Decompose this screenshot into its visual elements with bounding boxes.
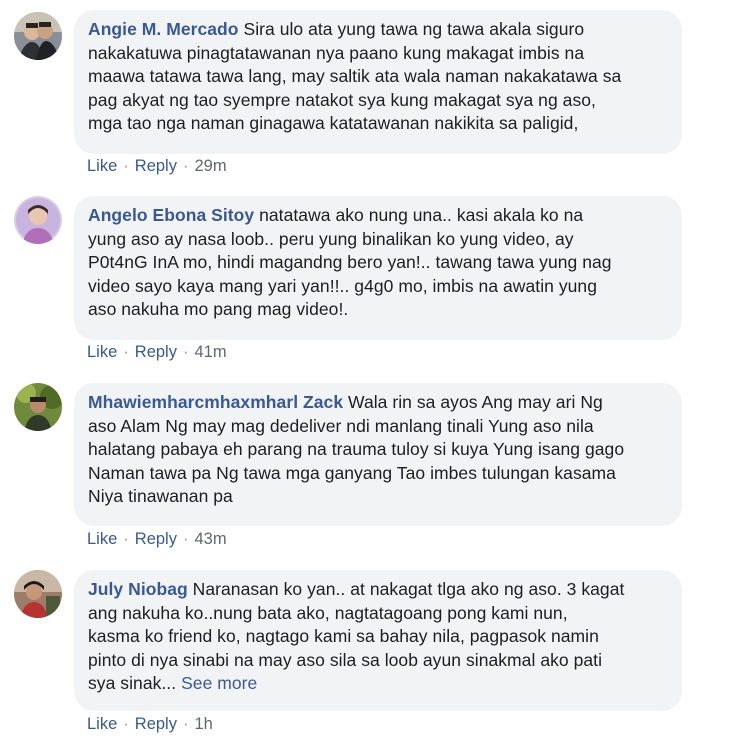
avatar[interactable] [14,12,62,60]
comment-text: aso nakuha mo pang mag video!. [88,299,349,319]
comment-author[interactable]: Angelo Ebona Sitoy [88,205,254,225]
comment-text: pinto di nya sinabi na may aso sila sa l… [88,649,603,670]
reply-button[interactable]: Reply [135,157,177,175]
comment-text: Niya tinawanan pa [88,486,233,506]
comment-timestamp[interactable]: 41m [194,343,226,361]
avatar[interactable] [14,383,62,431]
comment-actions: Like · Reply · 43m [87,530,227,549]
comment-timestamp[interactable]: 43m [194,530,226,548]
comment-text: Naman tawa pa Ng tawa mga ganyang Tao im… [88,462,616,483]
separator-dot: · [123,530,129,548]
comment-text: Sira ulo ata yung tawa ng tawa akala sig… [243,19,585,39]
like-button[interactable]: Like [87,157,117,175]
separator-dot: · [182,715,189,733]
comment-bubble: Angie M. Mercado Sira ulo ata yung tawa … [74,10,682,154]
like-button[interactable]: Like [87,343,117,361]
avatar[interactable] [14,196,62,244]
separator-dot: · [123,715,129,733]
comment-timestamp[interactable]: 1h [194,715,212,733]
reply-button[interactable]: Reply [135,530,177,548]
comment-author[interactable]: July Niobag [88,579,188,599]
like-button[interactable]: Like [87,530,117,548]
comment-text: video sayo kaya mang yari yan!!.. g4g0 m… [88,275,597,296]
comment-text: halatang pabaya eh parang na trauma tulo… [88,439,625,459]
reply-button[interactable]: Reply [135,343,177,361]
comment-text: maawa tatawa tawa lang, may saltik ata w… [88,66,622,86]
separator-dot: · [182,157,189,175]
comment-text: pag akyat ng tao syempre natakot sya kun… [88,89,596,110]
comment-text: ang nakuha ko..nung bata ako, nagtatagoa… [88,602,568,623]
comment-text: kasma ko friend ko, nagtago kami sa baha… [88,626,599,646]
separator-dot: · [123,157,129,175]
comment-bubble: Angelo Ebona Sitoy natatawa ako nung una… [74,196,682,340]
comment-author[interactable]: Mhawiemharcmhaxmharl Zack [88,392,343,412]
separator-dot: · [182,530,189,548]
avatar[interactable] [14,570,62,618]
comment-text: aso Alam Ng may mag dedeliver ndi manlan… [88,415,594,436]
comment-text: yung aso ay nasa loob.. peru yung binali… [88,228,574,249]
comment-text: nakakatuwa pinagtatawanan nya paano kung… [88,42,585,63]
comment-bubble: Mhawiemharcmhaxmharl Zack Wala rin sa ay… [74,383,682,526]
comment-text: mga tao nga naman ginagawa katatawanan n… [88,113,579,133]
comment-text: Wala rin sa ayos Ang may ari Ng [348,392,603,412]
separator-dot: · [182,343,189,361]
comment-text: natatawa ako nung una.. kasi akala ko na [259,205,584,225]
comment-text: Naranasan ko yan.. at nakagat tlga ako n… [192,579,625,599]
comment-text: sya sinak... [88,673,177,693]
separator-dot: · [123,343,129,361]
reply-button[interactable]: Reply [135,715,177,733]
like-button[interactable]: Like [87,715,117,733]
comment-bubble: July Niobag Naranasan ko yan.. at nakaga… [74,570,682,711]
see-more-link[interactable]: See more [181,673,257,693]
comment-actions: Like · Reply · 41m [87,343,227,362]
comment-author[interactable]: Angie M. Mercado [88,19,239,39]
comment-text: P0t4nG InA mo, hindi magandng bero yan!.… [88,252,612,272]
comment-timestamp[interactable]: 29m [194,157,226,175]
comment-actions: Like · Reply · 29m [87,157,227,176]
comment-actions: Like · Reply · 1h [87,715,213,734]
